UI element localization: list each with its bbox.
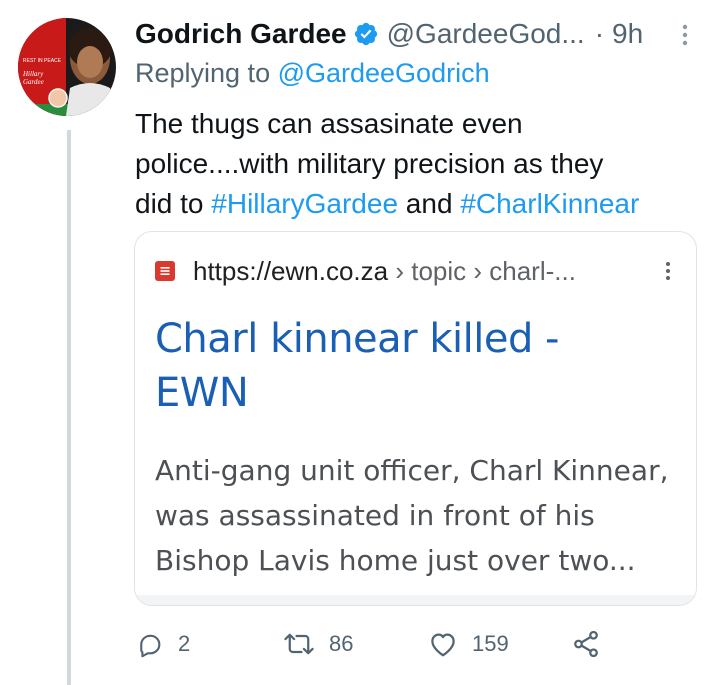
card-description: Anti-gang unit officer, Charl Kinnear, w… <box>155 448 685 583</box>
card-title[interactable]: Charl kinnear killed - EWN <box>155 312 675 420</box>
link-preview-card[interactable]: https://ewn.co.za › topic › charl-... Ch… <box>134 231 697 606</box>
card-url-path: › topic › charl-... <box>388 255 576 286</box>
retweet-count: 86 <box>329 631 354 656</box>
card-more-vertical-icon[interactable] <box>662 258 674 284</box>
author-name[interactable]: Godrich Gardee <box>135 18 347 50</box>
share-icon <box>571 629 601 659</box>
hashtag-link[interactable]: #HillaryGardee <box>211 188 398 219</box>
card-url: https://ewn.co.za › topic › charl-... <box>193 256 576 287</box>
card-title-line: EWN <box>155 370 249 416</box>
card-url-row: https://ewn.co.za › topic › charl-... <box>155 254 676 288</box>
site-favicon-icon <box>155 261 175 281</box>
thread-connector-line <box>67 130 71 685</box>
reply-button[interactable]: 2 <box>136 626 190 662</box>
card-desc-line: Bishop Lavis home just over two... <box>155 544 636 577</box>
reply-icon <box>136 630 164 658</box>
card-desc-line: was assassinated in front of his <box>155 499 595 532</box>
heart-icon <box>428 630 458 658</box>
card-footer <box>135 595 696 605</box>
avatar-image: REST IN PEACE Hillary Gardee <box>18 18 116 116</box>
tweet-header: Godrich Gardee @GardeeGod... · 9h <box>135 16 695 52</box>
author-handle[interactable]: @GardeeGod... <box>387 18 585 50</box>
retweet-icon <box>283 630 315 658</box>
card-desc-line: Anti-gang unit officer, Charl Kinnear, <box>155 454 669 487</box>
separator-dot: · <box>594 18 605 49</box>
avatar-text-name1: Hillary <box>22 70 44 78</box>
avatar-text-top: REST IN PEACE <box>23 58 62 64</box>
tweet-text-line: police....with military precision as the… <box>135 148 604 179</box>
tweet-timestamp[interactable]: 9h <box>612 18 643 50</box>
like-button[interactable]: 159 <box>428 626 509 662</box>
tweet-text-fragment: did to <box>135 188 212 219</box>
tweet-text-fragment: and <box>398 188 461 219</box>
verified-badge-icon <box>353 21 379 47</box>
avatar-text-name2: Gardee <box>23 78 44 86</box>
avatar[interactable]: REST IN PEACE Hillary Gardee <box>18 18 116 116</box>
reply-count: 2 <box>178 631 191 656</box>
hashtag-link[interactable]: #CharlKinnear <box>460 188 639 219</box>
tweet-text-line: The thugs can assasinate even <box>135 108 523 139</box>
more-vertical-icon[interactable] <box>675 22 695 48</box>
tweet-text: The thugs can assasinate even police....… <box>135 104 705 224</box>
tweet-actions: 2 86 159 <box>136 626 616 662</box>
tweet-text-line: did to #HillaryGardee and #CharlKinnear <box>135 184 705 224</box>
card-url-domain: https://ewn.co.za <box>193 255 389 286</box>
share-button[interactable] <box>571 626 601 662</box>
like-count: 159 <box>472 631 509 656</box>
retweet-button[interactable]: 86 <box>283 626 353 662</box>
replying-prefix: Replying to <box>135 58 278 88</box>
replying-mention-link[interactable]: @GardeeGodrich <box>278 58 490 88</box>
card-title-line: Charl kinnear killed - <box>155 316 559 362</box>
replying-to: Replying to @GardeeGodrich <box>135 58 490 89</box>
